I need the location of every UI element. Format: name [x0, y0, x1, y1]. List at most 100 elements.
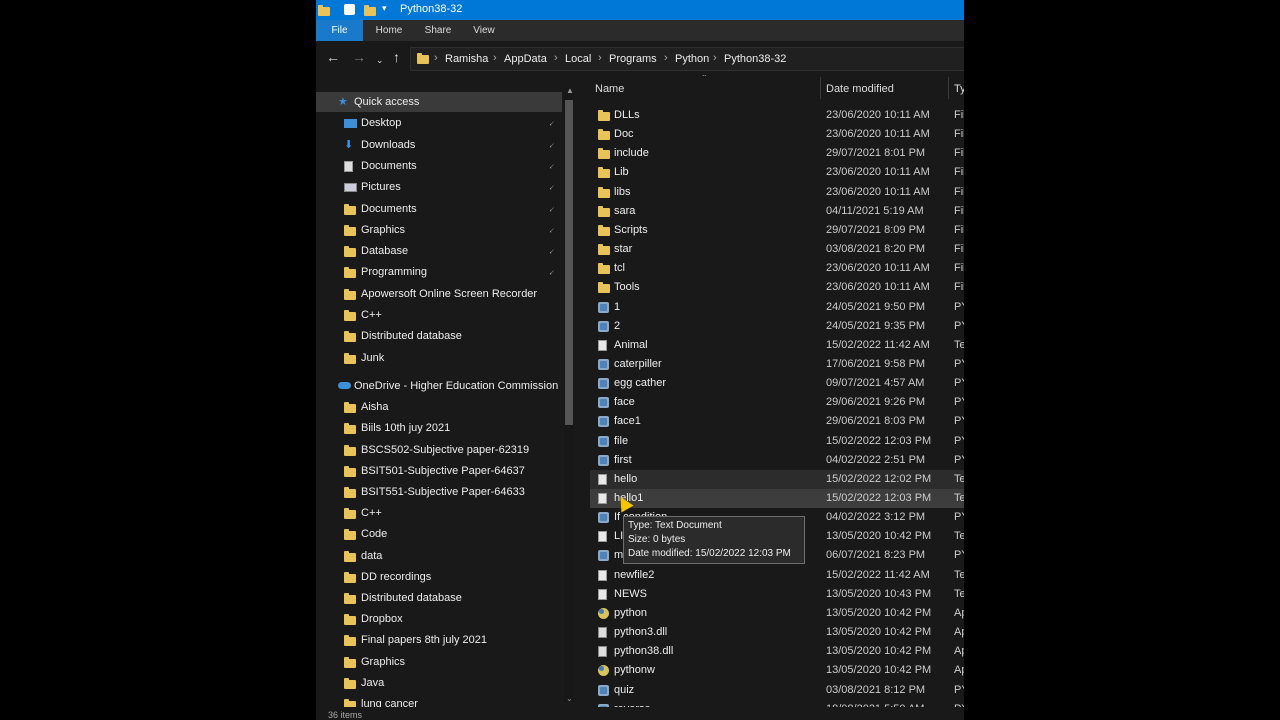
- crumb-python[interactable]: Python: [675, 53, 709, 65]
- nav-item[interactable]: Dropbox: [344, 609, 564, 629]
- nav-item[interactable]: Graphics: [344, 652, 564, 672]
- file-row[interactable]: 1 24/05/2021 9:50 PM PY: [590, 298, 964, 317]
- file-row[interactable]: pythonw 13/05/2020 10:42 PM Ap: [590, 661, 964, 680]
- nav-onedrive[interactable]: OneDrive - Higher Education Commission: [336, 376, 566, 396]
- nav-item[interactable]: BSCS502-Subjective paper-62319: [344, 440, 564, 460]
- nav-item[interactable]: Distributed database: [344, 588, 564, 608]
- file-row[interactable]: python3.dll 13/05/2020 10:42 PM Ap: [590, 623, 964, 642]
- pin-icon[interactable]: ↓: [544, 221, 561, 238]
- crumb-ramisha[interactable]: Ramisha: [445, 53, 488, 65]
- tab-share[interactable]: Share: [424, 20, 452, 41]
- file-row[interactable]: quiz 03/08/2021 8:12 PM PY: [590, 681, 964, 700]
- tab-view[interactable]: View: [472, 20, 496, 41]
- breadcrumb[interactable]: › Ramisha › AppData › Local › Programs ›…: [410, 47, 964, 71]
- nav-scrollbar-thumb[interactable]: [565, 100, 573, 425]
- pin-icon[interactable]: ↓: [544, 263, 561, 280]
- file-row[interactable]: egg cather 09/07/2021 4:57 AM PY: [590, 374, 964, 393]
- nav-item[interactable]: Pictures ↓: [344, 177, 564, 197]
- nav-item[interactable]: Apowersoft Online Screen Recorder: [344, 284, 564, 304]
- file-row[interactable]: libs 23/06/2020 10:11 AM Fil: [590, 183, 964, 202]
- pin-icon[interactable]: ↓: [544, 200, 561, 217]
- chevron-right-icon[interactable]: ›: [713, 52, 717, 64]
- pin-icon[interactable]: ↓: [544, 178, 561, 195]
- nav-item[interactable]: DD recordings: [344, 567, 564, 587]
- chevron-right-icon[interactable]: ›: [554, 52, 558, 64]
- crumb-python38-32[interactable]: Python38-32: [724, 53, 786, 65]
- nav-item[interactable]: ⬇ Downloads ↓: [344, 135, 564, 155]
- file-row[interactable]: star 03/08/2021 8:20 PM Fil: [590, 240, 964, 259]
- file-row[interactable]: face1 29/06/2021 8:03 PM PY: [590, 412, 964, 431]
- back-arrow-icon[interactable]: ←: [326, 50, 340, 64]
- nav-item[interactable]: Graphics ↓: [344, 220, 564, 240]
- nav-item[interactable]: BSIT501-Subjective Paper-64637: [344, 461, 564, 481]
- nav-item[interactable]: Documents ↓: [344, 156, 564, 176]
- up-arrow-icon[interactable]: ↑: [393, 50, 400, 64]
- file-row[interactable]: sara 04/11/2021 5:19 AM Fil: [590, 202, 964, 221]
- column-divider[interactable]: [820, 77, 821, 99]
- nav-item[interactable]: Aisha: [344, 397, 564, 417]
- file-row[interactable]: 2 24/05/2021 9:35 PM PY: [590, 317, 964, 336]
- file-row[interactable]: file 15/02/2022 12:03 PM PY: [590, 432, 964, 451]
- nav-item[interactable]: data: [344, 546, 564, 566]
- nav-item[interactable]: Database ↓: [344, 241, 564, 261]
- nav-item[interactable]: lung cancer: [344, 694, 564, 707]
- nav-item[interactable]: Programming ↓: [344, 262, 564, 282]
- column-divider[interactable]: [948, 77, 949, 99]
- crumb-appdata[interactable]: AppData: [504, 53, 547, 65]
- nav-item[interactable]: Desktop ↓: [344, 113, 564, 133]
- file-name: python3.dll: [614, 626, 668, 638]
- file-row[interactable]: Tools 23/06/2020 10:11 AM Fil: [590, 278, 964, 297]
- nav-item[interactable]: Code: [344, 524, 564, 544]
- file-row[interactable]: Animal 15/02/2022 11:42 AM Te: [590, 336, 964, 355]
- file-row[interactable]: face 29/06/2021 9:26 PM PY: [590, 393, 964, 412]
- chevron-right-icon[interactable]: ›: [434, 52, 438, 64]
- scroll-down-icon[interactable]: ⌄: [566, 694, 573, 703]
- crumb-programs[interactable]: Programs: [609, 53, 657, 65]
- file-row[interactable]: hello1 15/02/2022 12:03 PM Te: [590, 489, 964, 508]
- nav-item[interactable]: Documents ↓: [344, 199, 564, 219]
- file-row[interactable]: Scripts 29/07/2021 8:09 PM Fil: [590, 221, 964, 240]
- nav-item[interactable]: C++: [344, 503, 564, 523]
- file-row[interactable]: NEWS 13/05/2020 10:43 PM Te: [590, 585, 964, 604]
- file-row[interactable]: python 13/05/2020 10:42 PM Ap: [590, 604, 964, 623]
- customize-toolbar-icon[interactable]: ▾: [382, 3, 387, 14]
- nav-item[interactable]: Final papers 8th july 2021: [344, 630, 564, 650]
- new-folder-icon[interactable]: [364, 5, 376, 16]
- pin-icon[interactable]: ↓: [544, 136, 561, 153]
- forward-arrow-icon[interactable]: →: [352, 50, 366, 64]
- pin-icon[interactable]: ↓: [544, 114, 561, 131]
- file-row[interactable]: first 04/02/2022 2:51 PM PY: [590, 451, 964, 470]
- file-row[interactable]: Doc 23/06/2020 10:11 AM Fil: [590, 125, 964, 144]
- chevron-right-icon[interactable]: ›: [664, 52, 668, 64]
- chevron-right-icon[interactable]: ›: [493, 52, 497, 64]
- crumb-local[interactable]: Local: [565, 53, 591, 65]
- file-row[interactable]: hello 15/02/2022 12:02 PM Te: [590, 470, 964, 489]
- file-row[interactable]: include 29/07/2021 8:01 PM Fil: [590, 144, 964, 163]
- file-row[interactable]: python38.dll 13/05/2020 10:42 PM Ap: [590, 642, 964, 661]
- nav-quick-access[interactable]: ★ Quick access: [316, 92, 562, 112]
- file-row[interactable]: caterpiller 17/06/2021 9:58 PM PY: [590, 355, 964, 374]
- chevron-right-icon[interactable]: ›: [598, 52, 602, 64]
- nav-item[interactable]: Junk: [344, 348, 564, 368]
- column-type[interactable]: Ty: [954, 83, 964, 95]
- file-row[interactable]: newfile2 15/02/2022 11:42 AM Te: [590, 566, 964, 585]
- nav-item[interactable]: Distributed database: [344, 326, 564, 346]
- file-row[interactable]: DLLs 23/06/2020 10:11 AM Fil: [590, 106, 964, 125]
- column-name[interactable]: Name: [595, 83, 624, 95]
- file-row[interactable]: reverse 18/08/2021 5:50 AM PY: [590, 700, 964, 707]
- pin-icon[interactable]: ↓: [544, 157, 561, 174]
- recent-locations-icon[interactable]: ⌄: [376, 53, 384, 67]
- nav-item[interactable]: Java: [344, 673, 564, 693]
- tab-home[interactable]: Home: [374, 20, 404, 41]
- column-date-modified[interactable]: Date modified: [826, 83, 894, 95]
- file-list: Name ⌃ Date modified Ty DLLs 23/06/2020 1…: [580, 75, 964, 707]
- nav-item[interactable]: BSIT551-Subjective Paper-64633: [344, 482, 564, 502]
- pin-icon[interactable]: ↓: [544, 242, 561, 259]
- tab-file[interactable]: File: [316, 20, 363, 41]
- file-row[interactable]: tcl 23/06/2020 10:11 AM Fil: [590, 259, 964, 278]
- nav-item[interactable]: Biils 10th juy 2021: [344, 418, 564, 438]
- properties-icon[interactable]: [344, 4, 355, 15]
- nav-item[interactable]: C++: [344, 305, 564, 325]
- scroll-up-icon[interactable]: ▲: [566, 86, 574, 95]
- file-row[interactable]: Lib 23/06/2020 10:11 AM Fil: [590, 163, 964, 182]
